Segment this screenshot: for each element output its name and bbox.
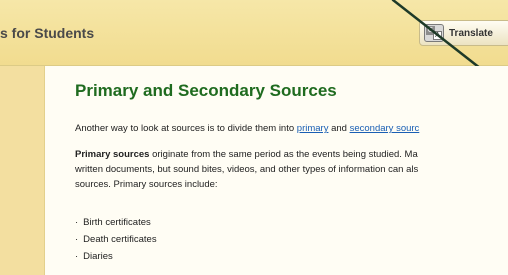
page-title: s for Students [0,25,95,41]
bullet-icon: · [75,251,79,262]
intro-text: Another way to look at sources is to div… [75,123,297,134]
translate-label: Translate [449,27,493,39]
translate-icon: GA [424,24,444,42]
primary-line-1-text: originate from the same period as the ev… [149,149,418,160]
list-item: · Diaries [75,248,157,265]
primary-line-1: Primary sources originate from the same … [75,147,418,162]
translate-button[interactable]: GA Translate [419,20,508,46]
intro-paragraph: Another way to look at sources is to div… [75,121,419,136]
bullet-icon: · [75,217,79,228]
secondary-sources-link[interactable]: secondary sourc [350,123,420,134]
left-sidebar-strip [0,66,45,275]
list-item-text: Diaries [83,251,113,262]
list-item: · Death certificates [75,231,157,248]
primary-sources-list: · Birth certificates · Death certificates … [75,214,157,265]
bullet-icon: · [75,234,79,245]
intro-and-text: and [328,123,350,134]
header-bar: s for Students GA Translate [0,0,508,66]
primary-sources-term: Primary sources [75,149,150,160]
primary-sources-paragraph: Primary sources originate from the same … [75,147,418,192]
primary-line-3: sources. Primary sources include: [75,179,218,190]
section-heading: Primary and Secondary Sources [75,81,337,100]
primary-link[interactable]: primary [297,123,329,134]
list-item-text: Death certificates [83,234,157,245]
page: s for Students GA Translate Primary and … [0,0,508,275]
primary-line-2: written documents, but sound bites, vide… [75,164,419,175]
main-content: Primary and Secondary Sources Another wa… [45,66,508,275]
list-item-text: Birth certificates [83,217,151,228]
list-item: · Birth certificates [75,214,157,231]
